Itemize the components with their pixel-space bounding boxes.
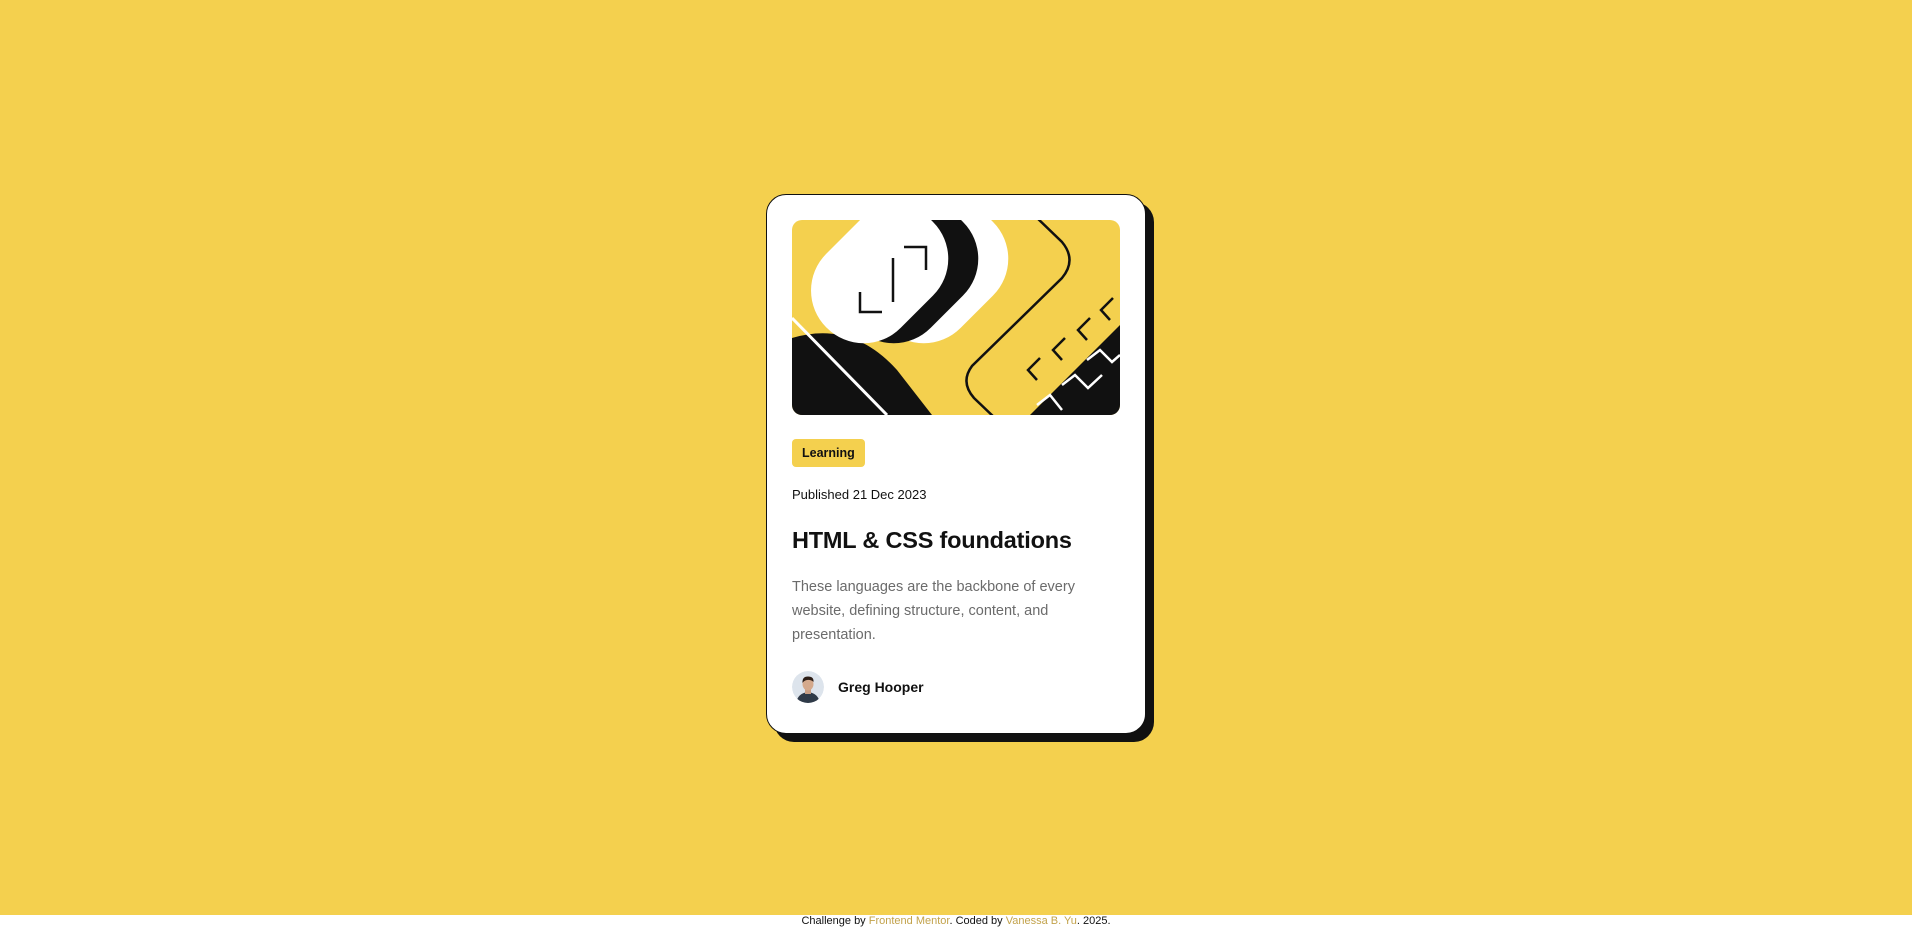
frontend-mentor-link[interactable]: Frontend Mentor [869,915,950,927]
attribution-footer: Challenge by Frontend Mentor. Coded by V… [0,915,1912,928]
hero-illustration [792,220,1120,415]
published-date: Published 21 Dec 2023 [792,487,927,502]
card-description: These languages are the backbone of ever… [792,579,1075,643]
author-row: Greg Hooper [792,671,1120,703]
blog-preview-card: Learning Published 21 Dec 2023 HTML & CS… [766,194,1146,734]
attribution-middle: . Coded by [949,915,1006,927]
attribution-suffix: . 2025. [1076,915,1111,927]
author-name: Greg Hooper [838,679,924,695]
avatar-icon [792,671,824,703]
author-link[interactable]: Vanessa B. Yu [1006,915,1077,927]
card-title[interactable]: HTML & CSS foundations [792,525,1120,555]
page-background: Learning Published 21 Dec 2023 HTML & CS… [0,0,1912,915]
attribution-prefix: Challenge by [801,915,869,927]
category-tag: Learning [792,439,865,467]
